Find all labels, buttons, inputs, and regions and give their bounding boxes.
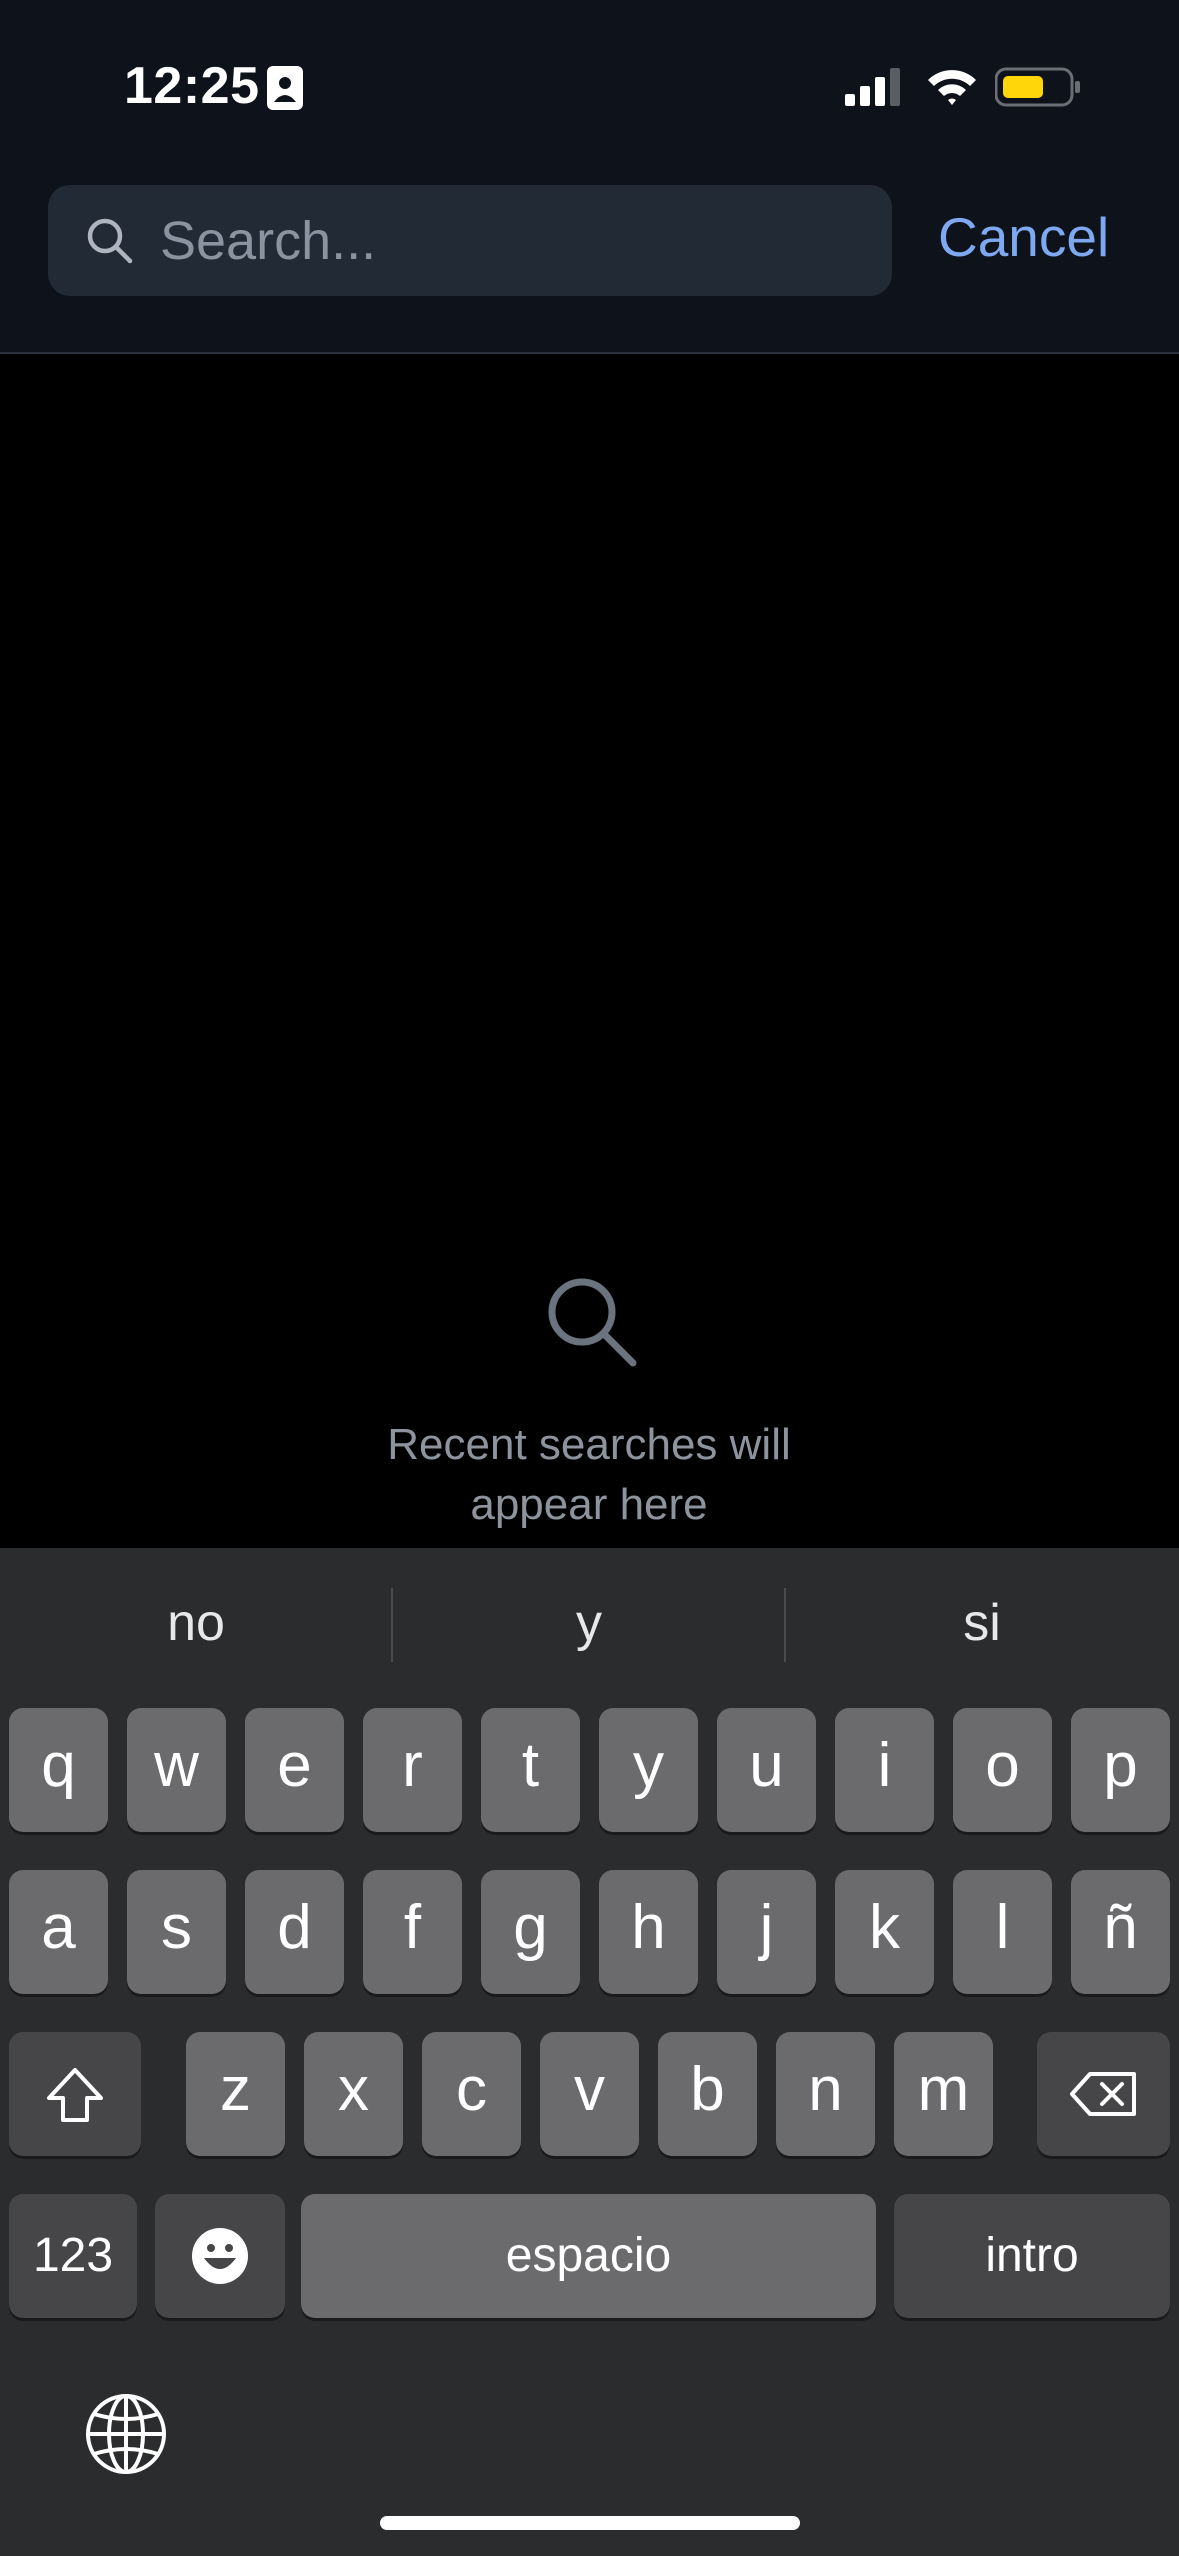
numbers-key[interactable]: 123 [9,2194,137,2318]
key-z[interactable]: z [186,2032,285,2156]
key-q[interactable]: q [9,1708,108,1832]
key-n-tilde[interactable]: ñ [1071,1870,1170,1994]
key-v[interactable]: v [540,2032,639,2156]
key-u[interactable]: u [717,1708,816,1832]
suggestion-bar: no y si [0,1548,1179,1698]
key-w[interactable]: w [127,1708,226,1832]
key-n[interactable]: n [776,2032,875,2156]
wifi-icon [928,70,976,105]
key-p[interactable]: p [1071,1708,1170,1832]
key-x[interactable]: x [304,2032,403,2156]
key-i[interactable]: i [835,1708,934,1832]
search-box[interactable] [48,185,892,296]
shift-icon [47,2068,103,2122]
emoji-key[interactable] [155,2194,285,2318]
empty-state-line-2: appear here [470,1480,708,1529]
return-key[interactable]: intro [894,2194,1170,2318]
key-h[interactable]: h [599,1870,698,1994]
key-j[interactable]: j [717,1870,816,1994]
key-l[interactable]: l [953,1870,1052,1994]
space-key[interactable]: espacio [301,2194,876,2318]
emoji-icon [192,2228,248,2284]
key-c[interactable]: c [422,2032,521,2156]
key-k[interactable]: k [835,1870,934,1994]
key-d[interactable]: d [245,1870,344,1994]
key-o[interactable]: o [953,1708,1052,1832]
key-g[interactable]: g [481,1870,580,1994]
status-time: 12:25 [124,57,260,115]
backspace-icon [1069,2072,1136,2116]
empty-state-line-1: Recent searches will [387,1420,791,1469]
search-header: 12:25 Cancel [0,0,1179,354]
suggestion-item[interactable]: si [786,1548,1178,1698]
battery-icon [995,67,1080,107]
suggestion-item[interactable]: y [393,1548,785,1698]
key-m[interactable]: m [894,2032,993,2156]
cancel-button[interactable]: Cancel [938,205,1109,269]
globe-icon[interactable] [84,2392,168,2476]
key-y[interactable]: y [599,1708,698,1832]
key-r[interactable]: r [363,1708,462,1832]
contact-card-icon [267,66,303,110]
key-b[interactable]: b [658,2032,757,2156]
suggestion-item[interactable]: no [0,1548,392,1698]
search-input[interactable] [160,185,860,296]
search-icon [548,1278,637,1367]
key-t[interactable]: t [481,1708,580,1832]
key-s[interactable]: s [127,1870,226,1994]
key-a[interactable]: a [9,1870,108,1994]
empty-state-message: Recent searches will appear here [289,1415,889,1535]
key-f[interactable]: f [363,1870,462,1994]
signal-icon [845,68,900,106]
search-icon [87,218,133,264]
shift-key[interactable] [9,2032,141,2156]
key-e[interactable]: e [245,1708,344,1832]
home-indicator[interactable] [380,2516,800,2530]
backspace-key[interactable] [1037,2032,1170,2156]
keyboard: no y si q w e r t y u i o p a s d f g h … [0,1548,1179,2556]
